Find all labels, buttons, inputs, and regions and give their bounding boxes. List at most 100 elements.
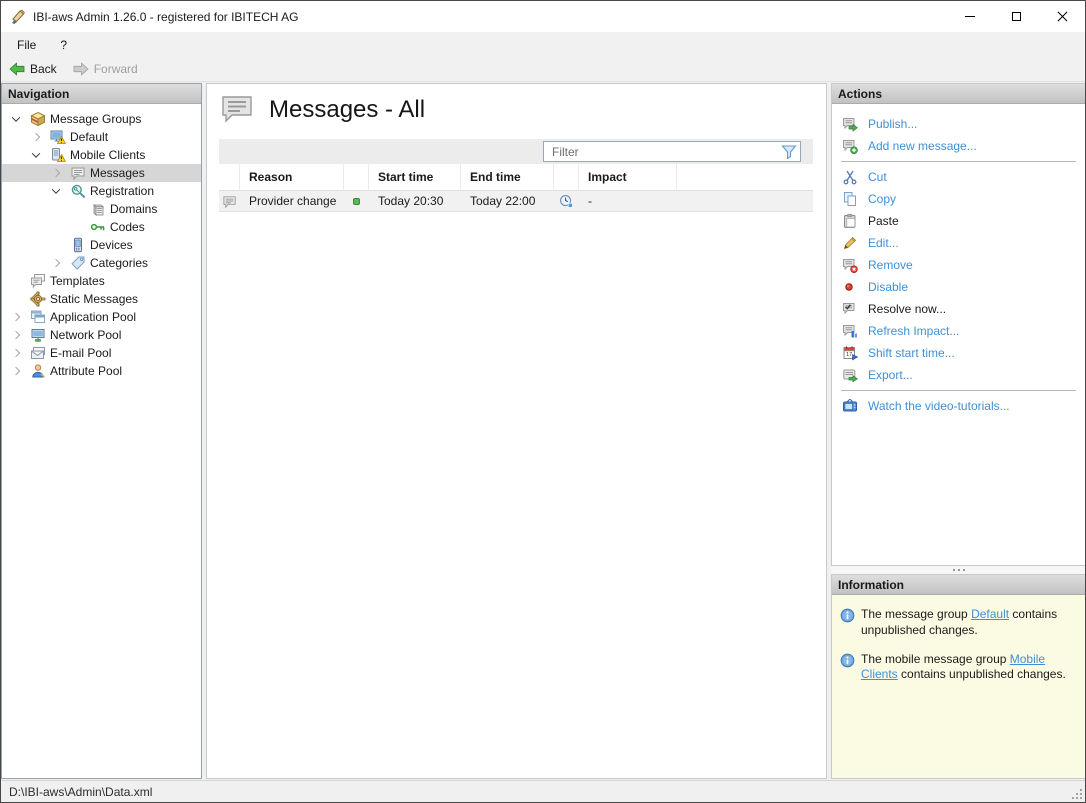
chevron-down-icon[interactable] bbox=[10, 113, 30, 122]
action-resolve-now[interactable]: Resolve now... bbox=[832, 298, 1085, 320]
table-row[interactable]: Provider change Today 20:30 Today 22:00 … bbox=[219, 191, 813, 212]
export-icon bbox=[842, 367, 858, 383]
tree-item-email-pool[interactable]: E-mail Pool bbox=[2, 344, 201, 362]
filter-funnel-icon[interactable] bbox=[781, 144, 797, 160]
column-impact-icon[interactable] bbox=[554, 164, 579, 190]
tree-item-categories[interactable]: Categories bbox=[2, 254, 201, 272]
tree-item-registration[interactable]: Registration bbox=[2, 182, 201, 200]
chevron-right-icon[interactable] bbox=[10, 348, 30, 358]
info-item: The mobile message group Mobile Clients … bbox=[840, 652, 1077, 684]
filter-box bbox=[543, 141, 801, 162]
information-panel: Information The message group Default co… bbox=[831, 574, 1085, 779]
toolbar: Back Forward bbox=[1, 57, 1085, 82]
cell-impact: - bbox=[588, 194, 592, 208]
action-disable[interactable]: Disable bbox=[832, 276, 1085, 298]
action-refresh-impact[interactable]: Refresh Impact... bbox=[832, 320, 1085, 342]
tree-item-application-pool[interactable]: Application Pool bbox=[2, 308, 201, 326]
impact-clock-icon bbox=[559, 194, 574, 209]
status-green-icon bbox=[353, 197, 360, 205]
action-paste[interactable]: Paste bbox=[832, 210, 1085, 232]
tree-item-default[interactable]: Default bbox=[2, 128, 201, 146]
panel-splitter[interactable] bbox=[831, 566, 1085, 574]
back-button[interactable]: Back bbox=[9, 61, 57, 77]
actions-panel: Actions Publish... Add new message... Cu… bbox=[831, 83, 1085, 566]
navigation-tree: Message Groups Default Mobile Clients Me… bbox=[2, 104, 201, 380]
tree-item-network-pool[interactable]: Network Pool bbox=[2, 326, 201, 344]
navigation-header: Navigation bbox=[2, 84, 201, 104]
chevron-right-icon[interactable] bbox=[10, 366, 30, 376]
tree-item-codes[interactable]: Codes bbox=[2, 218, 201, 236]
actions-separator bbox=[841, 390, 1076, 391]
key-icon bbox=[90, 219, 106, 235]
app-window: IBI-aws Admin 1.26.0 - registered for IB… bbox=[0, 0, 1086, 803]
forward-button[interactable]: Forward bbox=[73, 61, 138, 77]
cell-start-time: Today 20:30 bbox=[378, 194, 444, 208]
actions-separator bbox=[841, 161, 1076, 162]
status-bar: D:\IBI-aws\Admin\Data.xml bbox=[1, 780, 1085, 802]
title-bar: IBI-aws Admin 1.26.0 - registered for IB… bbox=[1, 1, 1085, 32]
action-shift-start-time[interactable]: Shift start time... bbox=[832, 342, 1085, 364]
gear-icon bbox=[30, 291, 46, 307]
action-cut[interactable]: Cut bbox=[832, 166, 1085, 188]
chevron-down-icon[interactable] bbox=[50, 185, 70, 194]
maximize-button[interactable] bbox=[993, 1, 1039, 32]
chevron-right-icon[interactable] bbox=[50, 168, 70, 178]
status-file-path: D:\IBI-aws\Admin\Data.xml bbox=[9, 784, 153, 799]
tag-icon bbox=[70, 255, 86, 271]
tree-item-messages[interactable]: Messages bbox=[2, 164, 201, 182]
screen-warning-icon bbox=[50, 129, 66, 145]
messages-table: Reason Start time End time Impact Provid… bbox=[219, 164, 813, 212]
column-start-time[interactable]: Start time bbox=[369, 164, 461, 190]
chevron-down-icon[interactable] bbox=[30, 149, 50, 158]
tree-item-domains[interactable]: Domains bbox=[2, 200, 201, 218]
column-status[interactable] bbox=[344, 164, 369, 190]
chevron-right-icon[interactable] bbox=[30, 132, 50, 142]
back-arrow-icon bbox=[9, 61, 25, 77]
tree-item-devices[interactable]: Devices bbox=[2, 236, 201, 254]
minimize-icon bbox=[965, 16, 975, 17]
menu-bar: File ? bbox=[1, 32, 1085, 57]
action-watch-video-tutorials[interactable]: Watch the video-tutorials... bbox=[832, 395, 1085, 417]
resize-grip-icon[interactable] bbox=[1071, 788, 1083, 800]
minimize-button[interactable] bbox=[947, 1, 993, 32]
column-impact[interactable]: Impact bbox=[579, 164, 677, 190]
disable-red-dot-icon bbox=[842, 279, 858, 295]
remove-icon bbox=[842, 257, 858, 273]
tree-item-message-groups[interactable]: Message Groups bbox=[2, 110, 201, 128]
chevron-right-icon[interactable] bbox=[50, 258, 70, 268]
column-icon[interactable] bbox=[219, 164, 240, 190]
message-groups-icon bbox=[30, 111, 46, 127]
chevron-right-icon[interactable] bbox=[10, 330, 30, 340]
table-header-row: Reason Start time End time Impact bbox=[219, 164, 813, 191]
filter-input[interactable] bbox=[544, 142, 800, 161]
link-default[interactable]: Default bbox=[971, 607, 1009, 621]
mobile-warning-icon bbox=[50, 147, 66, 163]
info-text: The mobile message group Mobile Clients … bbox=[861, 651, 1066, 682]
menu-file[interactable]: File bbox=[17, 38, 36, 52]
menu-help[interactable]: ? bbox=[60, 38, 67, 52]
action-export[interactable]: Export... bbox=[832, 364, 1085, 386]
action-copy[interactable]: Copy bbox=[832, 188, 1085, 210]
tree-item-attribute-pool[interactable]: Attribute Pool bbox=[2, 362, 201, 380]
action-remove[interactable]: Remove bbox=[832, 254, 1085, 276]
copy-icon bbox=[842, 191, 858, 207]
tree-item-static-messages[interactable]: Static Messages bbox=[2, 290, 201, 308]
messages-page-icon bbox=[220, 94, 254, 125]
tree-item-templates[interactable]: Templates bbox=[2, 272, 201, 290]
filter-bar bbox=[219, 139, 813, 164]
chevron-right-icon[interactable] bbox=[10, 312, 30, 322]
forward-label: Forward bbox=[93, 62, 138, 76]
templates-icon bbox=[30, 273, 46, 289]
tree-item-mobile-clients[interactable]: Mobile Clients bbox=[2, 146, 201, 164]
action-publish[interactable]: Publish... bbox=[832, 113, 1085, 135]
cell-reason: Provider change bbox=[249, 194, 337, 208]
close-icon bbox=[1057, 11, 1068, 22]
column-end-time[interactable]: End time bbox=[461, 164, 554, 190]
action-edit[interactable]: Edit... bbox=[832, 232, 1085, 254]
registration-icon bbox=[70, 183, 86, 199]
column-reason[interactable]: Reason bbox=[240, 164, 344, 190]
close-button[interactable] bbox=[1039, 1, 1085, 32]
publish-icon bbox=[842, 116, 858, 132]
forward-arrow-icon bbox=[73, 61, 89, 77]
action-add-new-message[interactable]: Add new message... bbox=[832, 135, 1085, 157]
